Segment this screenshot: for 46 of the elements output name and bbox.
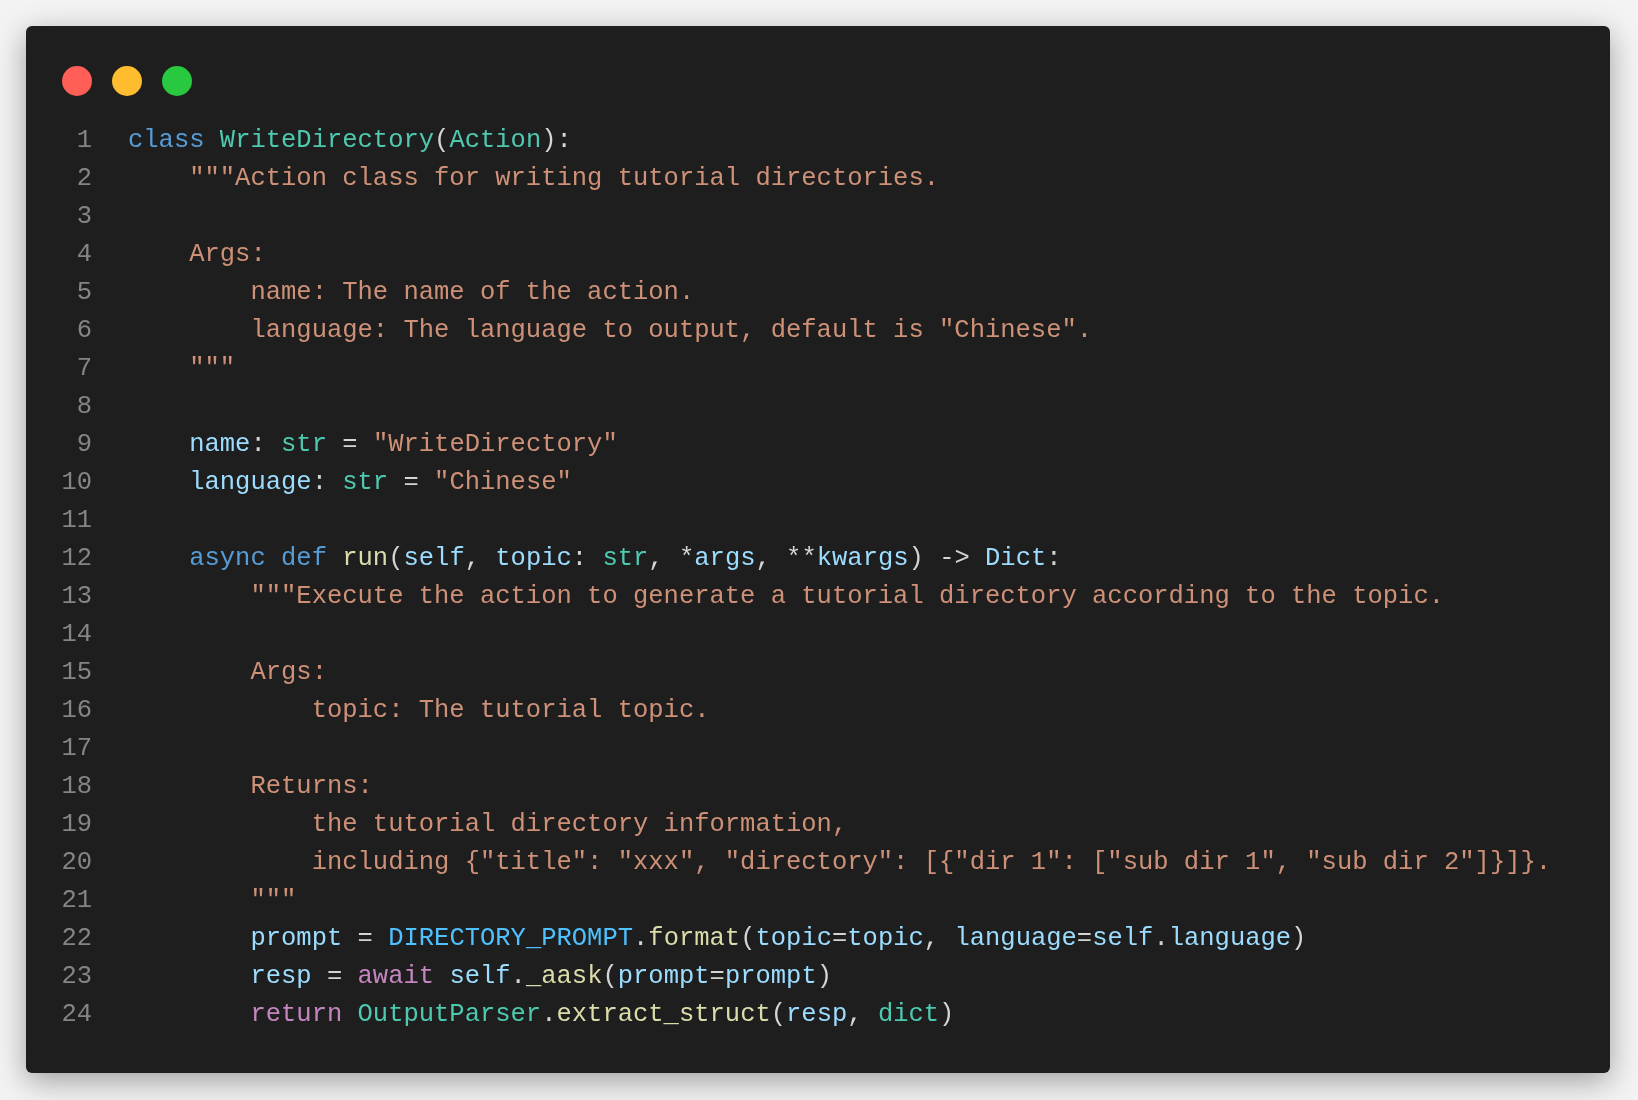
line-number: 19 <box>61 809 92 841</box>
code-line: the tutorial directory information, <box>310 809 848 841</box>
code-line: """ <box>249 885 297 917</box>
code-line: """Action class for writing tutorial directories. <box>188 163 940 195</box>
line-number: 9 <box>76 429 92 461</box>
code-line: Args: <box>188 239 266 271</box>
code-line: language: The language to output, default is "Chinese". <box>249 315 1093 347</box>
line-number: 22 <box>61 923 92 955</box>
line-number: 4 <box>76 239 92 271</box>
minimize-window-button[interactable] <box>112 66 142 96</box>
code-line: class WriteDirectory(Action): <box>128 125 572 157</box>
line-number: 8 <box>76 391 92 423</box>
line-number: 15 <box>61 657 92 689</box>
line-number: 23 <box>61 961 92 993</box>
line-number: 5 <box>76 277 92 309</box>
line-number: 7 <box>76 353 92 385</box>
line-number: 24 <box>61 999 92 1031</box>
line-number: 20 <box>61 847 92 879</box>
code-line: topic: The tutorial topic. <box>310 695 710 727</box>
code-line: return OutputParser.extract_struct(resp, dict) <box>249 999 955 1031</box>
line-number: 3 <box>76 201 92 233</box>
zoom-window-button[interactable] <box>162 66 192 96</box>
code-line: Args: <box>249 657 327 689</box>
line-number: 1 <box>76 125 92 157</box>
line-number: 21 <box>61 885 92 917</box>
code-line: async def run(self, topic: str, *args, **kwargs) -> Dict: <box>188 543 1062 575</box>
line-number: 16 <box>61 695 92 727</box>
line-number: 10 <box>61 467 92 499</box>
code-line: """ <box>188 353 236 385</box>
code-line: name: str = "WriteDirectory" <box>188 429 618 461</box>
line-number: 11 <box>61 505 92 537</box>
line-number: 2 <box>76 163 92 195</box>
code-line: resp = await self._aask(prompt=prompt) <box>249 961 833 993</box>
code-line: including {"title": "xxx", "directory": [{"dir 1": ["sub dir 1", "sub dir 2"]}]}. <box>310 847 1552 879</box>
line-number: 13 <box>61 581 92 613</box>
line-number: 6 <box>76 315 92 347</box>
line-number: 14 <box>61 619 92 651</box>
line-number: 12 <box>61 543 92 575</box>
code-line: Returns: <box>249 771 373 803</box>
code-line: language: str = "Chinese" <box>188 467 572 499</box>
code-line: prompt = DIRECTORY_PROMPT.format(topic=topic, language=self.language) <box>249 923 1307 955</box>
line-number: 17 <box>61 733 92 765</box>
close-window-button[interactable] <box>62 66 92 96</box>
code-line: """Execute the action to generate a tutorial directory according to the topic. <box>249 581 1444 613</box>
code-line: name: The name of the action. <box>249 277 695 309</box>
line-number: 18 <box>61 771 92 803</box>
